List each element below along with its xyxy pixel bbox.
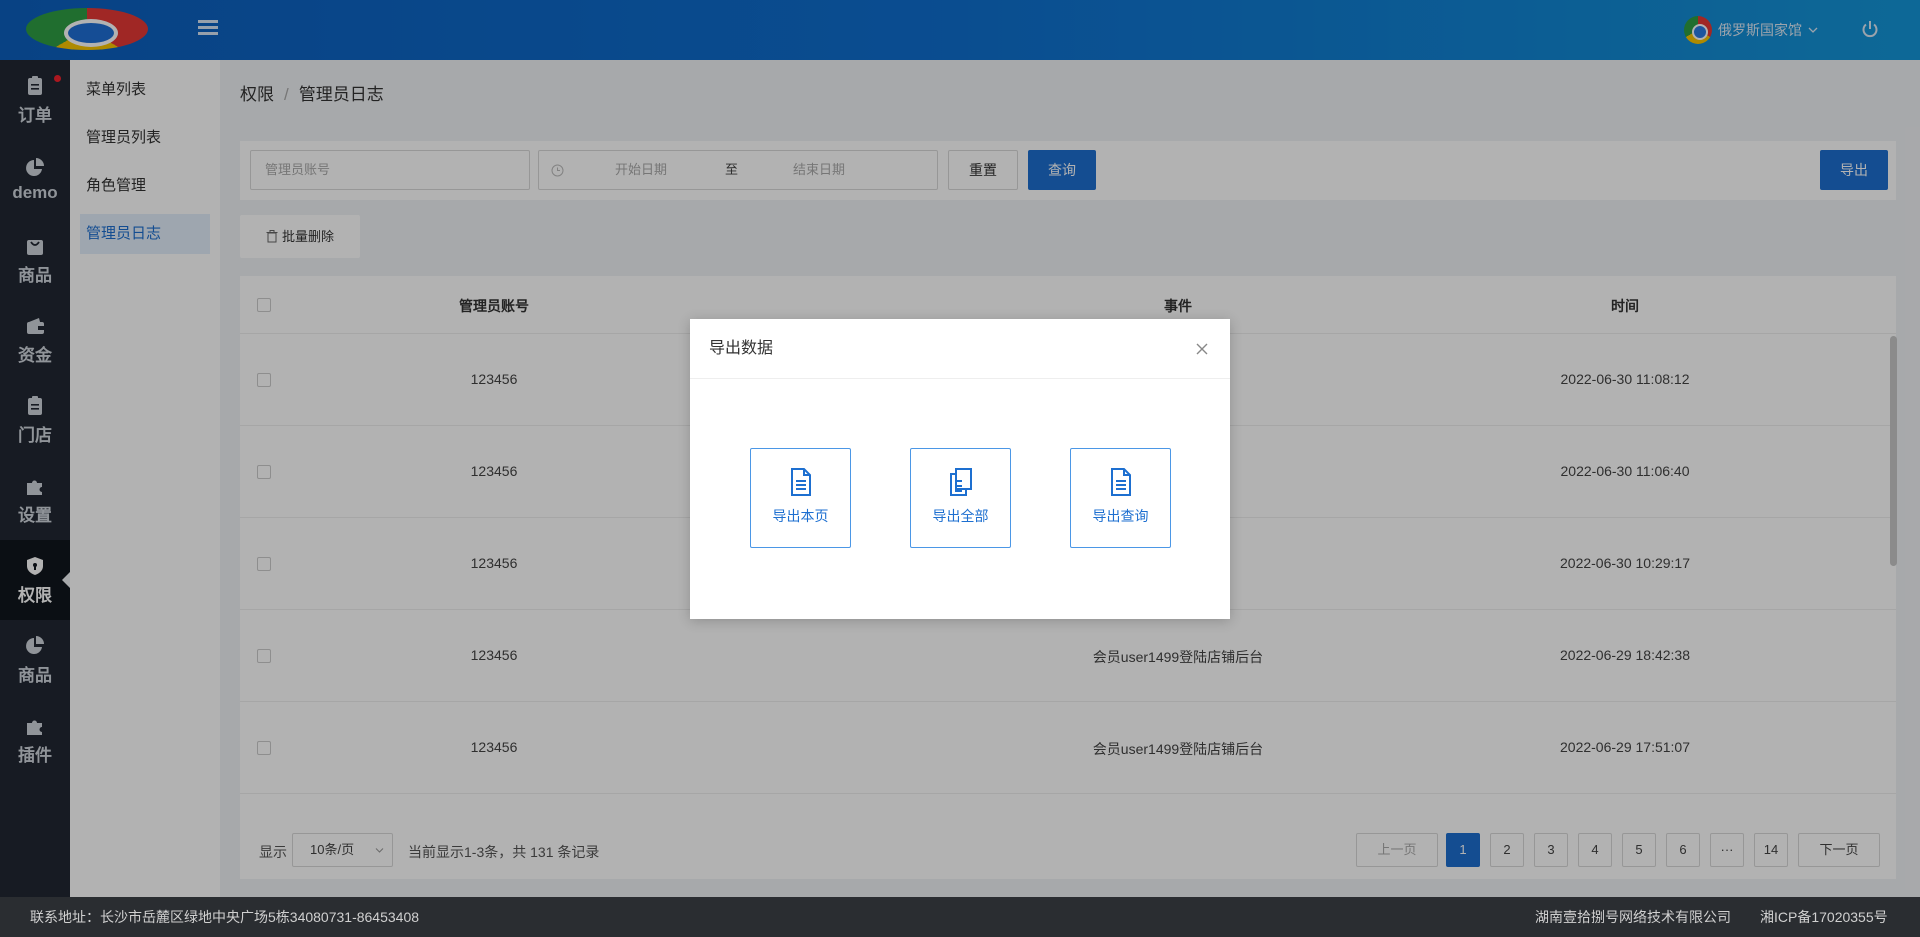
close-icon[interactable]: [1194, 341, 1210, 357]
footer-company: 湖南壹拾捌号网络技术有限公司: [1535, 909, 1731, 925]
modal-title: 导出数据: [709, 340, 774, 357]
export-query-button[interactable]: 导出查询: [1070, 448, 1171, 548]
document-icon: [790, 468, 811, 496]
footer-icp[interactable]: 湘ICP备17020355号: [1760, 897, 1888, 937]
document-icon: [1110, 468, 1131, 496]
export-modal: 导出数据 导出本页 导出全部 导出查询: [690, 319, 1230, 619]
copy-document-icon: [949, 468, 972, 496]
export-query-label: 导出查询: [1092, 508, 1149, 524]
export-all-button[interactable]: 导出全部: [910, 448, 1011, 548]
export-all-label: 导出全部: [932, 508, 989, 524]
export-current-page-label: 导出本页: [772, 508, 829, 524]
footer: 联系地址：长沙市岳麓区绿地中央广场5栋34080731-86453408 湖南壹…: [0, 897, 1920, 937]
footer-address: 联系地址：长沙市岳麓区绿地中央广场5栋34080731-86453408: [30, 909, 420, 925]
export-current-page-button[interactable]: 导出本页: [750, 448, 851, 548]
modal-header: 导出数据: [690, 319, 1230, 379]
